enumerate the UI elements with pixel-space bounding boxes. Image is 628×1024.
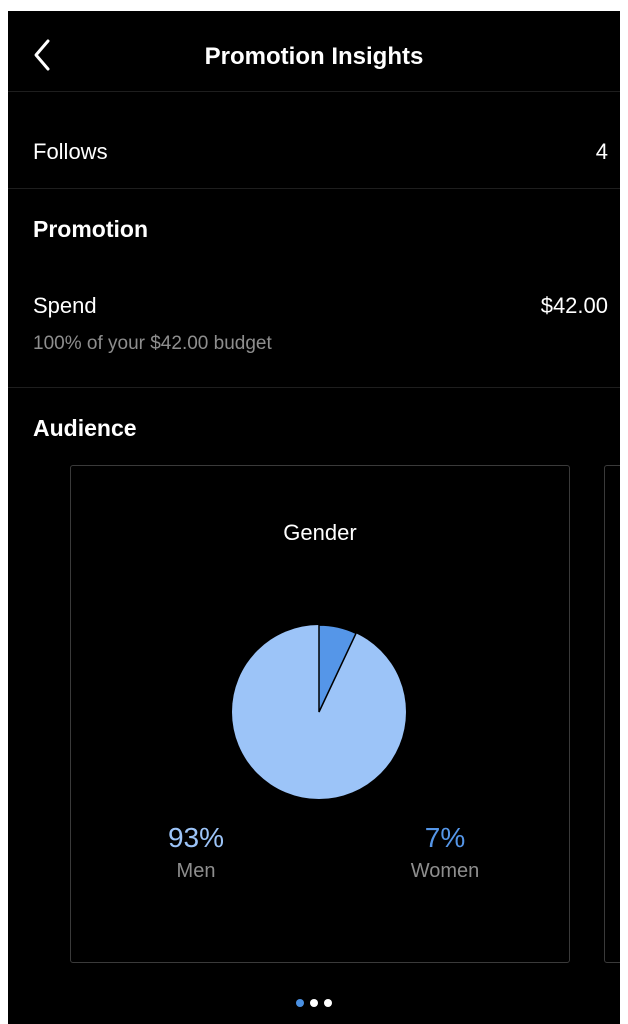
header: Promotion Insights <box>8 11 620 92</box>
pager-dot[interactable] <box>296 999 304 1007</box>
women-label: Women <box>410 860 480 882</box>
spend-value: $42.00 <box>540 293 608 318</box>
follows-label: Follows <box>33 139 108 164</box>
audience-section-title: Audience <box>33 415 137 441</box>
screen: Promotion Insights Follows 4 Promotion S… <box>8 11 620 1024</box>
gender-card[interactable]: Gender 93% Men 7% Women <box>70 465 570 963</box>
women-percent: 7% <box>424 822 466 853</box>
divider <box>8 387 620 388</box>
divider <box>8 188 620 189</box>
page-title: Promotion Insights <box>204 43 424 70</box>
pager-dots <box>8 994 620 1012</box>
gender-pie-chart <box>232 624 406 799</box>
card-title: Gender <box>283 520 357 545</box>
spend-label: Spend <box>33 293 97 318</box>
pager-dot[interactable] <box>310 999 318 1007</box>
pager-dot[interactable] <box>324 999 332 1007</box>
budget-note: 100% of your $42.00 budget <box>33 333 272 354</box>
next-card-peek[interactable] <box>604 465 620 963</box>
follows-value: 4 <box>595 139 608 164</box>
men-percent: 93% <box>167 822 225 853</box>
promotion-section-title: Promotion <box>33 216 148 242</box>
men-label: Men <box>176 860 216 882</box>
